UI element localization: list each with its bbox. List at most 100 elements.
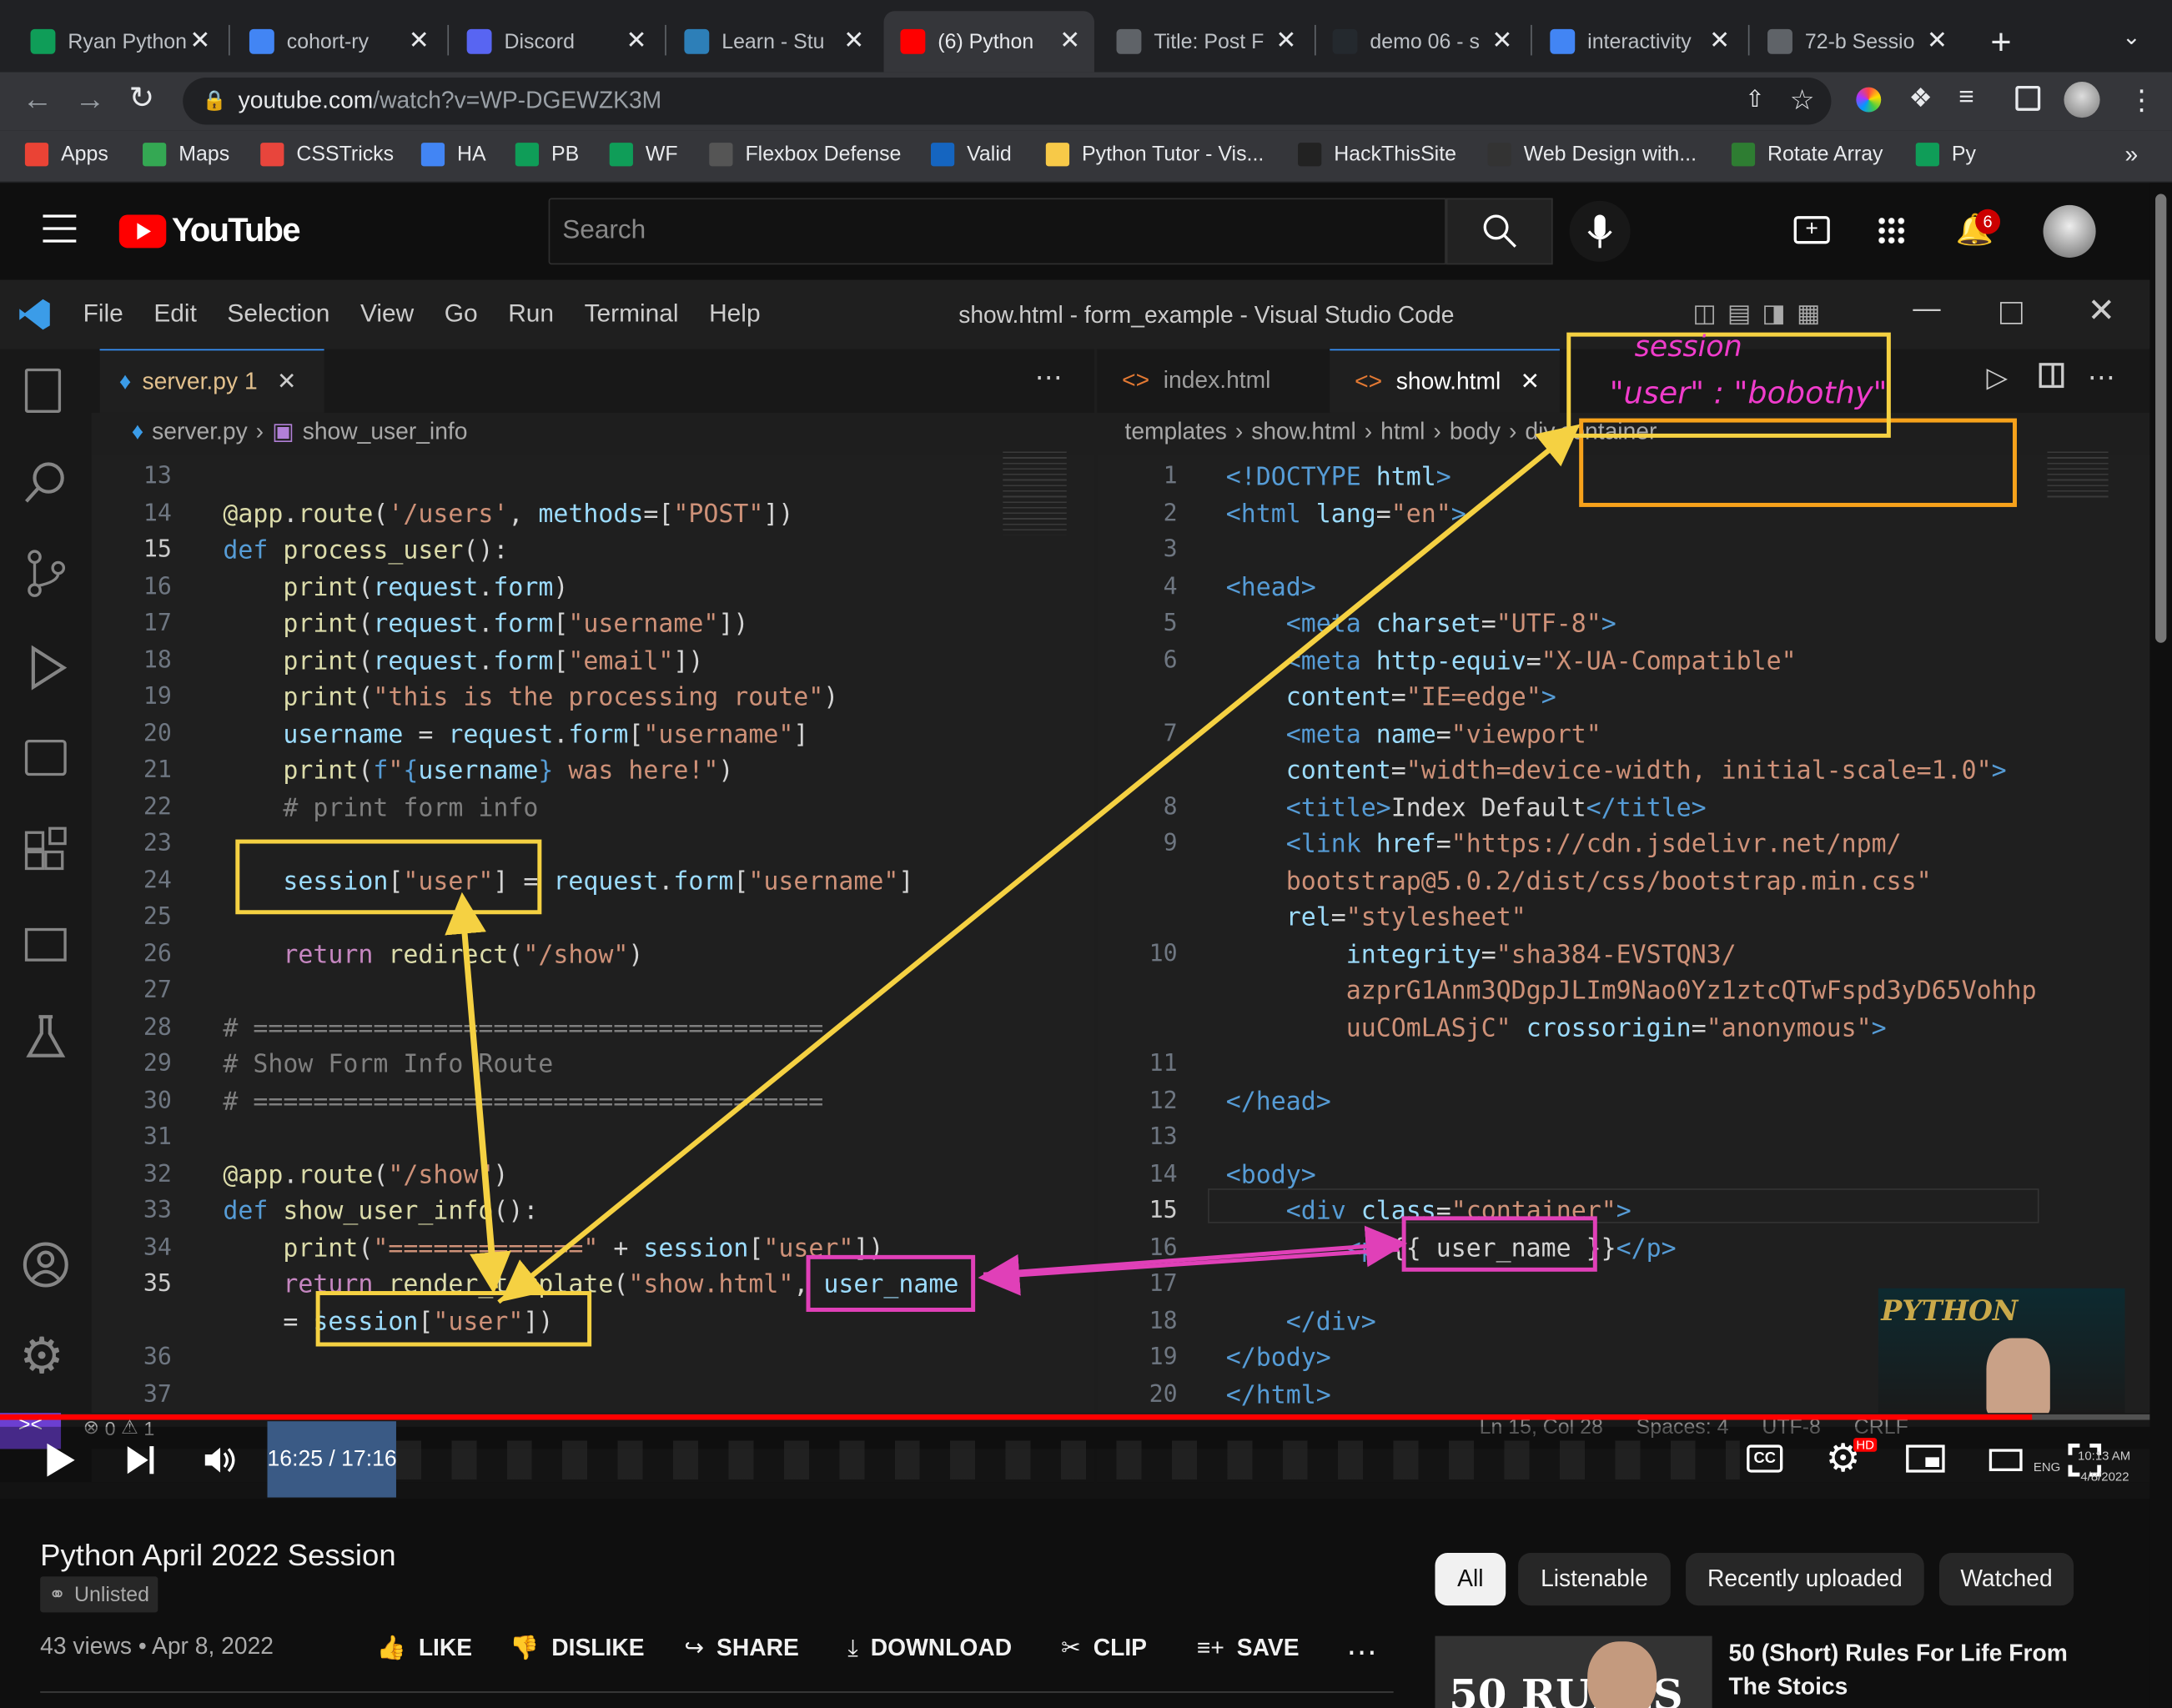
bookmark-item[interactable]: HackThisSite [1298,143,1456,167]
bookmark-item[interactable]: Python Tutor - Vis... [1045,143,1264,167]
bookmark-star-icon[interactable]: ☆ [1790,83,1815,118]
bookmark-label: Maps [178,143,230,167]
video-progress-bar[interactable] [0,1414,2150,1420]
browser-tab[interactable]: 72-b Sessio ✕ [1751,11,1961,72]
close-tab-icon[interactable]: ✕ [1927,27,1948,56]
browser-tab[interactable]: Learn - Stu ✕ [667,11,877,72]
like-icon: 👍 [376,1634,406,1661]
browser-tab[interactable]: (6) Python ✕ [883,11,1094,73]
miniplayer-icon[interactable] [1906,1444,1945,1473]
close-tab-icon[interactable]: ✕ [1491,27,1512,56]
recommendation-title-2[interactable]: The Stoics [1729,1673,1848,1700]
youtube-wordmark: YouTube [171,212,301,249]
bookmark-label: HA [457,143,486,167]
tab-title: (6) Python [938,29,1034,53]
browser-tab[interactable]: demo 06 - s ✕ [1316,11,1526,72]
hd-badge: HD [1853,1438,1878,1452]
forward-icon[interactable]: → [75,82,106,118]
bookmark-label: CSSTricks [296,143,395,167]
youtube-logo[interactable]: YouTube [118,212,301,251]
bookmark-item[interactable]: Apps [24,143,108,167]
video-player[interactable]: File Edit Selection View Go Run Terminal Help s… [0,279,2150,1500]
like-button[interactable]: 👍 LIKE [377,1635,472,1662]
new-tab-icon[interactable]: + [1990,21,2011,63]
bookmark-item[interactable]: HA [420,143,486,167]
close-tab-icon[interactable]: ✕ [1059,27,1080,56]
menu-hamburger-icon[interactable] [43,214,77,243]
close-tab-icon[interactable]: ✕ [626,27,646,56]
bookmarks-overflow-icon[interactable]: » [2125,141,2139,168]
next-button[interactable] [127,1446,148,1474]
recommendation-thumbnail[interactable]: 50 RULES [1435,1635,1712,1708]
theater-mode-icon[interactable] [1988,1449,2023,1471]
bookmark-item[interactable]: Valid [930,143,1012,167]
close-tab-icon[interactable]: ✕ [189,27,210,56]
next-bar [149,1446,154,1474]
close-tab-icon[interactable]: ✕ [843,27,864,56]
browser-tab[interactable]: Ryan Python ✕ [14,11,224,72]
bookmark-item[interactable]: Rotate Array [1731,143,1883,167]
youtube-icon [900,28,926,54]
tab-search-icon[interactable]: ⌄ [2122,23,2140,51]
browser-tab[interactable]: Title: Post F ✕ [1100,11,1310,72]
browser-tab[interactable]: cohort-ry ✕ [233,11,443,72]
dislike-button[interactable]: 👎 DISLIKE [510,1635,644,1662]
browser-tab[interactable]: interactivity ✕ [1533,11,1743,72]
taskbar-clock: 10:13 AM [2078,1449,2131,1464]
share-icon[interactable]: ⇧ [1745,86,1765,113]
color-extension-icon[interactable] [1856,87,1882,113]
account-avatar[interactable] [2043,204,2096,258]
bookmark-item[interactable]: Flexbox Defense [709,143,901,167]
subtitles-cc-icon[interactable]: CC [1747,1444,1783,1473]
presenter-hand [1986,1338,2050,1416]
save-button[interactable]: ≡+ SAVE [1197,1635,1300,1662]
address-bar[interactable]: 🔒 youtube.com/watch?v=WP-DGEWZK3M ⇧ ☆ [183,78,1832,125]
bookmark-item[interactable]: PB [515,143,579,167]
apps-grid-icon[interactable] [1877,216,1905,244]
bookmark-item[interactable]: WF [609,143,678,167]
share-button[interactable]: ↪ SHARE [684,1635,798,1662]
clip-button[interactable]: ✂ CLIP [1061,1635,1147,1662]
close-tab-icon[interactable]: ✕ [409,27,430,56]
chrome-menu-icon[interactable]: ⋮ [2128,83,2155,118]
bookmark-item[interactable]: Maps [143,143,230,167]
close-tab-icon[interactable]: ✕ [1709,27,1730,56]
download-icon: ⤓ [847,1634,858,1661]
filter-chip[interactable]: All [1435,1552,1506,1606]
reload-icon[interactable]: ↻ [128,80,154,116]
play-button[interactable] [47,1443,75,1477]
bookmark-item[interactable]: Py [1915,143,1976,167]
filter-chip[interactable]: Watched [1938,1552,2074,1606]
bookmark-item[interactable]: Web Design with... [1487,143,1697,167]
url-host: youtube.com [238,87,374,114]
recommendation-title-1[interactable]: 50 (Short) Rules For Life From [1729,1640,2068,1668]
filter-chip[interactable]: Recently uploaded [1686,1552,1924,1606]
action-label: SAVE [1236,1634,1300,1661]
time-display: 16:25 / 17:16 [267,1421,396,1498]
bookmark-item[interactable]: CSSTricks [260,143,395,167]
browser-tab[interactable]: Discord ✕ [450,11,661,72]
url-path: /watch?v=WP-DGEWZK3M [373,87,662,114]
close-tab-icon[interactable]: ✕ [1275,27,1296,56]
extensions-puzzle-icon[interactable]: ❖ [1908,83,1932,115]
bookmark-icon [515,143,540,167]
create-video-icon[interactable]: + [1793,216,1830,244]
notification-count-badge: 6 [1975,208,2001,234]
search-input[interactable]: Search [548,198,1446,265]
github-classroom-icon [249,28,274,54]
filter-chip[interactable]: Listenable [1518,1552,1671,1606]
tab-title: Learn - Stu [721,29,825,53]
learn-icon [684,28,710,54]
profile-avatar[interactable] [2064,81,2100,118]
side-panel-icon[interactable] [2015,85,2041,111]
search-button[interactable] [1445,198,1553,265]
volume-icon[interactable] [202,1444,238,1477]
download-button[interactable]: ⤓ DOWNLOAD [847,1635,1012,1662]
media-queue-icon[interactable]: ≡ [1958,83,1973,114]
page-scrollbar[interactable] [2149,183,2172,1708]
globe-icon [1767,28,1792,54]
google-icon [1550,28,1576,54]
voice-search-button[interactable] [1569,200,1631,262]
more-actions-icon[interactable]: ⋯ [1346,1635,1377,1670]
back-icon[interactable]: ← [23,82,53,118]
